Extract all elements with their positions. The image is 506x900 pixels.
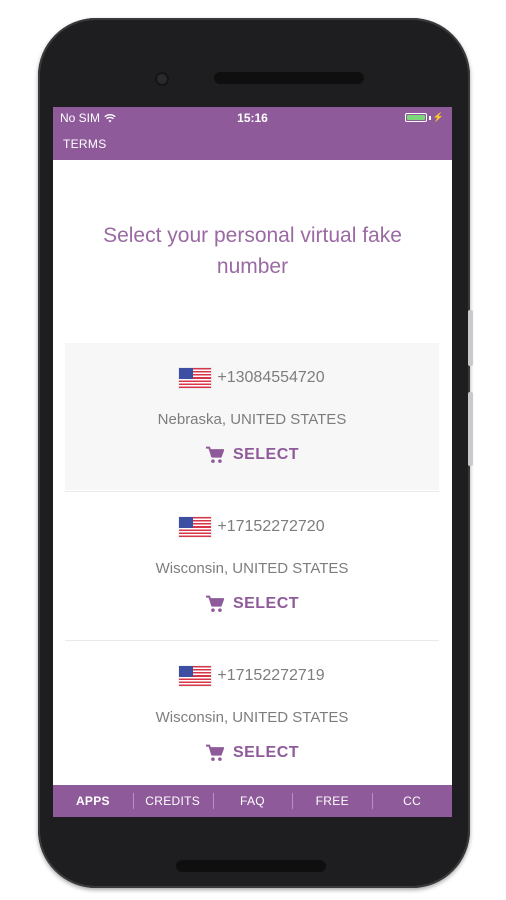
shopping-cart-icon	[205, 446, 225, 463]
us-flag-icon	[179, 517, 212, 537]
app-bar: TERMS	[53, 129, 452, 160]
terms-link[interactable]: TERMS	[63, 137, 107, 151]
select-label: SELECT	[232, 744, 300, 761]
number-card: +17152272719 Wisconsin, UNITED STATES SE…	[65, 641, 439, 788]
us-flag-icon	[179, 368, 212, 388]
top-speaker	[214, 72, 364, 84]
number-card: +17152272720 Wisconsin, UNITED STATES SE…	[65, 492, 439, 639]
phone-number: +13084554720	[217, 369, 325, 386]
number-card: +13084554720 Nebraska, UNITED STATES SEL…	[65, 343, 439, 490]
select-button[interactable]: SELECT	[65, 744, 439, 762]
nav-tab-cc[interactable]: CC	[372, 785, 452, 817]
status-bar: No SIM 15:16 ⚡	[53, 107, 452, 129]
select-button[interactable]: SELECT	[65, 446, 439, 464]
number-location: Nebraska, UNITED STATES	[157, 411, 347, 428]
bottom-speaker	[176, 860, 326, 872]
front-camera	[155, 72, 169, 86]
app-screen: No SIM 15:16 ⚡ TERMS Select your persona…	[53, 107, 452, 817]
phone-number: +17152272719	[217, 667, 325, 684]
phone-number: +17152272720	[217, 518, 325, 535]
nav-tab-credits[interactable]: CREDITS	[132, 785, 213, 817]
battery-icon: ⚡	[404, 112, 444, 123]
charging-bolt-icon: ⚡	[432, 112, 444, 122]
shopping-cart-icon	[205, 744, 225, 761]
nav-tab-faq[interactable]: FAQ	[212, 785, 293, 817]
nav-tab-apps[interactable]: APPS	[53, 785, 133, 817]
number-row: +17152272719	[65, 666, 439, 686]
number-row: +17152272720	[65, 517, 439, 537]
us-flag-icon	[179, 666, 212, 686]
bottom-nav: APPS CREDITS FAQ FREE CC	[53, 785, 452, 817]
number-location: Wisconsin, UNITED STATES	[155, 560, 349, 577]
shopping-cart-icon	[205, 595, 225, 612]
status-time: 15:16	[237, 111, 268, 125]
select-button[interactable]: SELECT	[65, 595, 439, 613]
page-heading: Select your personal virtual fake number	[103, 224, 402, 278]
number-row: +13084554720	[65, 368, 439, 388]
select-label: SELECT	[232, 446, 300, 463]
power-button	[468, 392, 473, 466]
volume-button	[468, 310, 473, 366]
number-location: Wisconsin, UNITED STATES	[155, 709, 349, 726]
nav-tab-free[interactable]: FREE	[292, 785, 372, 817]
select-label: SELECT	[232, 595, 300, 612]
